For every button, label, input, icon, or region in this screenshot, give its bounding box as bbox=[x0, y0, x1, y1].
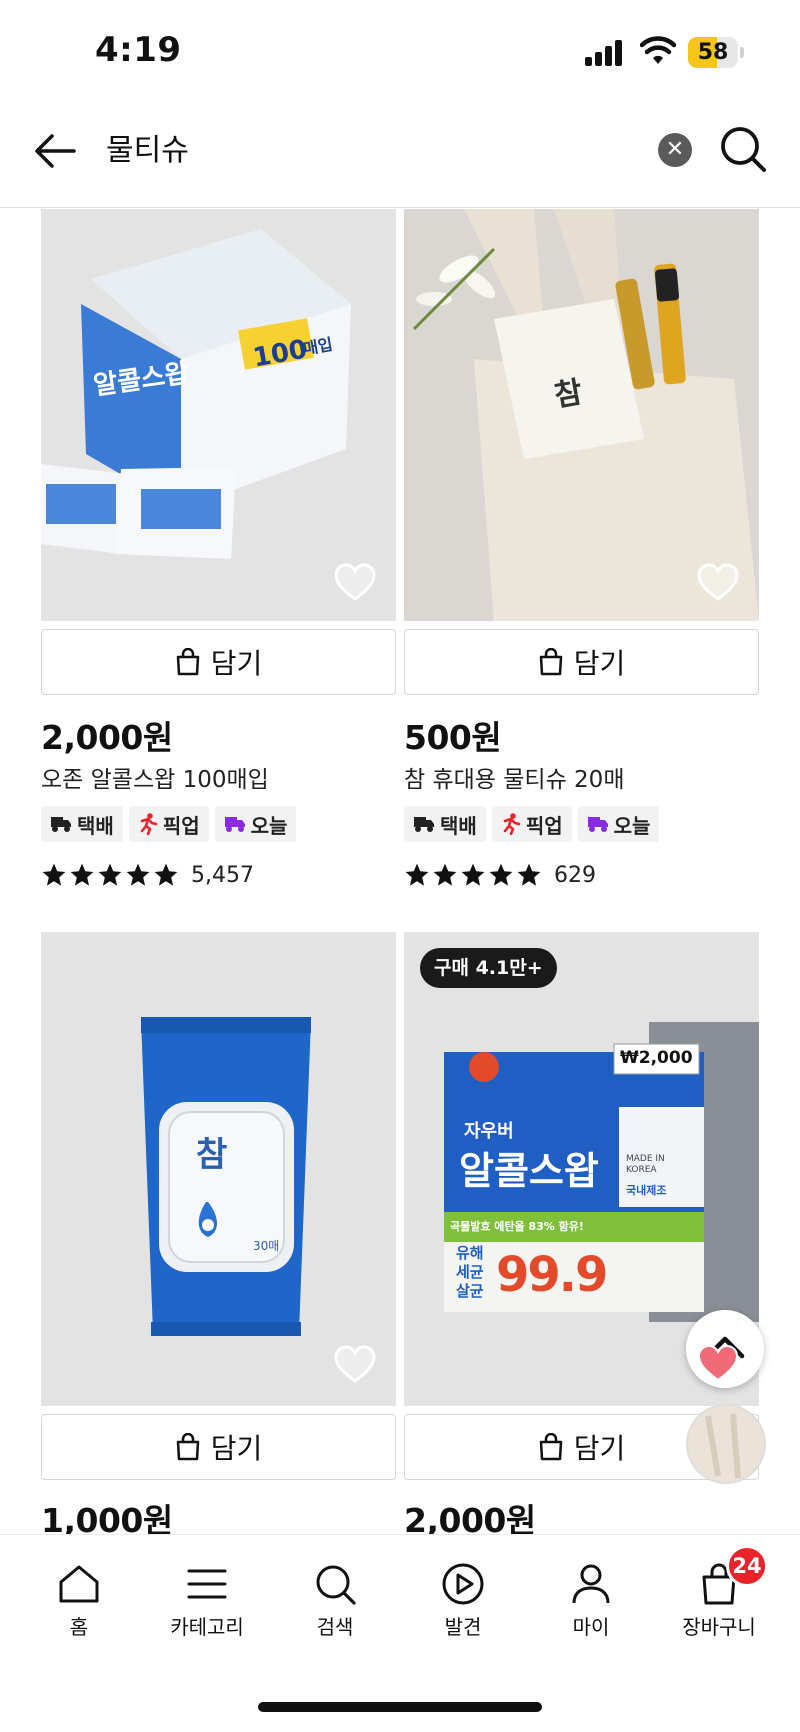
home-icon bbox=[59, 1565, 99, 1603]
menu-icon bbox=[187, 1569, 227, 1599]
nav-discover[interactable]: 발견 bbox=[408, 1561, 518, 1641]
close-icon[interactable]: ✕ bbox=[658, 133, 692, 167]
today-truck-icon bbox=[587, 817, 608, 832]
product-image-text: 곡물발효 에탄올 83% 함유! bbox=[450, 1220, 584, 1233]
star-icon bbox=[42, 863, 66, 886]
star-icon bbox=[126, 863, 150, 886]
status-bar: 4:19 58 bbox=[0, 0, 800, 100]
search-input[interactable]: 물티슈 bbox=[106, 130, 189, 172]
product-image[interactable]: 알콜스왑 100 매입 bbox=[41, 209, 396, 621]
product-image[interactable]: 참 30매 bbox=[41, 932, 396, 1406]
search-icon[interactable] bbox=[718, 124, 768, 174]
runner-icon bbox=[140, 813, 158, 835]
heart-icon[interactable] bbox=[696, 563, 740, 603]
pickup-tag: 픽업 bbox=[128, 806, 209, 842]
purchase-count-badge: 구매 4.1만+ bbox=[420, 948, 557, 988]
add-to-cart-button[interactable]: 담기 bbox=[404, 629, 759, 695]
rating-count: 629 bbox=[554, 862, 596, 888]
delivery-tags: 택배 픽업 오늘 bbox=[404, 806, 660, 842]
pickup-tag: 픽업 bbox=[491, 806, 572, 842]
add-to-cart-button[interactable]: 담기 bbox=[41, 629, 396, 695]
back-arrow-icon[interactable] bbox=[30, 126, 80, 176]
bag-icon bbox=[539, 648, 562, 676]
battery-level: 58 bbox=[697, 40, 729, 65]
search-icon bbox=[316, 1565, 356, 1605]
nav-label: 장바구니 bbox=[682, 1615, 756, 1639]
product-image-text: 99.9 bbox=[496, 1247, 608, 1303]
star-icon bbox=[517, 863, 541, 886]
add-to-cart-label: 담기 bbox=[210, 1432, 263, 1465]
person-icon bbox=[572, 1564, 610, 1604]
battery-icon: 58 bbox=[688, 37, 744, 68]
heart-icon[interactable] bbox=[333, 1345, 377, 1385]
today-tag: 오늘 bbox=[577, 806, 660, 842]
truck-icon bbox=[414, 817, 434, 832]
rating-row: 629 bbox=[404, 860, 596, 890]
bag-icon bbox=[176, 1433, 199, 1461]
star-icon bbox=[461, 863, 485, 886]
nav-label: 검색 bbox=[316, 1615, 354, 1639]
product-image-text: 알콜스왑 bbox=[459, 1149, 599, 1193]
runner-icon bbox=[503, 813, 521, 835]
delivery-tag: 택배 bbox=[404, 806, 486, 842]
nav-cart[interactable]: 장바구니 24 bbox=[664, 1545, 774, 1641]
signal-icon bbox=[585, 40, 625, 66]
add-to-cart-label: 담기 bbox=[210, 647, 263, 680]
today-tag: 오늘 bbox=[214, 806, 297, 842]
play-icon bbox=[442, 1563, 484, 1605]
nav-label: 홈 bbox=[69, 1615, 89, 1639]
status-time: 4:19 bbox=[95, 30, 182, 70]
bag-icon bbox=[539, 1433, 562, 1461]
product-image-text: 30매 bbox=[253, 1239, 280, 1253]
rating-count: 5,457 bbox=[191, 862, 254, 888]
nav-search[interactable]: 검색 bbox=[280, 1561, 390, 1641]
product-image-text: 국내제조 bbox=[626, 1184, 667, 1197]
cart-count-badge: 24 bbox=[726, 1545, 768, 1587]
product-name[interactable]: 참 휴대용 물티슈 20매 bbox=[404, 760, 624, 794]
recently-viewed-thumbnail[interactable] bbox=[686, 1404, 766, 1484]
nav-category[interactable]: 카테고리 bbox=[152, 1561, 262, 1641]
rating-row: 5,457 bbox=[41, 860, 254, 890]
heart-icon[interactable] bbox=[333, 563, 377, 603]
add-to-cart-label: 담기 bbox=[573, 1432, 626, 1465]
delivery-tags: 택배 픽업 오늘 bbox=[41, 806, 297, 842]
home-indicator bbox=[258, 1702, 542, 1712]
star-icon bbox=[405, 863, 429, 886]
product-image-text: 참 bbox=[196, 1135, 228, 1175]
product-image[interactable]: 참 bbox=[404, 209, 759, 621]
star-icon bbox=[98, 863, 122, 886]
nav-home[interactable]: 홈 bbox=[24, 1561, 134, 1641]
today-truck-icon bbox=[224, 817, 245, 832]
star-icon bbox=[154, 863, 178, 886]
product-image-text: MADE IN KOREA bbox=[626, 1154, 665, 1175]
star-icon bbox=[433, 863, 457, 886]
heart-icon[interactable] bbox=[696, 1344, 740, 1384]
add-to-cart-label: 담기 bbox=[573, 647, 626, 680]
product-image-text: 유해 세균 살균 bbox=[456, 1244, 484, 1300]
truck-icon bbox=[51, 817, 71, 832]
nav-label: 마이 bbox=[572, 1615, 610, 1639]
add-to-cart-button[interactable]: 담기 bbox=[41, 1414, 396, 1480]
product-name[interactable]: 오존 알콜스왑 100매입 bbox=[41, 760, 269, 794]
delivery-tag: 택배 bbox=[41, 806, 123, 842]
nav-my[interactable]: 마이 bbox=[536, 1561, 646, 1641]
search-header: 물티슈 ✕ bbox=[0, 100, 800, 208]
nav-label: 발견 bbox=[444, 1615, 482, 1639]
product-price: 500원 bbox=[404, 718, 502, 757]
nav-label: 카테고리 bbox=[170, 1615, 244, 1639]
star-icon bbox=[489, 863, 513, 886]
wifi-icon bbox=[640, 36, 676, 64]
product-image-text: 매입 bbox=[301, 334, 335, 359]
bag-icon bbox=[176, 648, 199, 676]
star-icon bbox=[70, 863, 94, 886]
product-price: 2,000원 bbox=[41, 718, 173, 757]
product-image-text: ₩2,000 bbox=[620, 1048, 693, 1068]
